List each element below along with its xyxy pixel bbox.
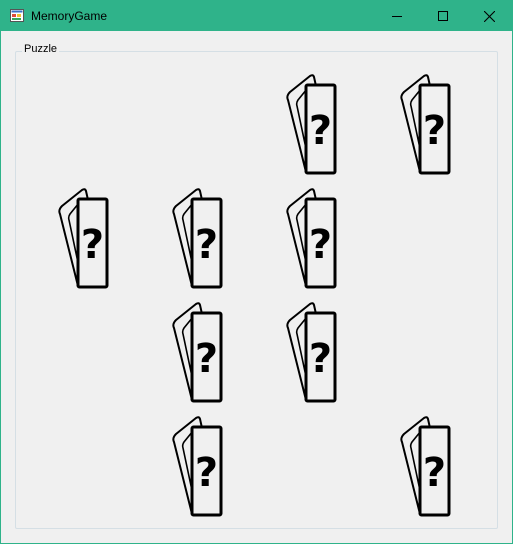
card-question-mark: ? (195, 450, 218, 496)
card-back-icon: ? (286, 74, 337, 175)
maximize-icon (438, 11, 448, 21)
close-button[interactable] (466, 1, 512, 31)
client-area: Puzzle ????????? (1, 31, 512, 543)
card-back-icon: ? (172, 416, 223, 517)
card-1-0[interactable]: ? (58, 178, 114, 290)
card-3-1[interactable]: ? (172, 406, 228, 518)
card-back-icon: ? (286, 188, 337, 289)
card-question-mark: ? (195, 336, 218, 382)
window-title: MemoryGame (31, 9, 108, 23)
card-back-icon: ? (172, 188, 223, 289)
card-question-mark: ? (309, 336, 332, 382)
card-back-icon: ? (400, 74, 451, 175)
card-back-icon: ? (58, 188, 109, 289)
title-bar[interactable]: MemoryGame (1, 1, 512, 31)
puzzle-groupbox: Puzzle ????????? (15, 43, 498, 529)
card-question-mark: ? (423, 108, 446, 154)
memory-game-window: MemoryGame Puzzle ????????? (0, 0, 513, 544)
card-back-icon: ? (286, 302, 337, 403)
card-0-2[interactable]: ? (286, 64, 342, 176)
minimize-button[interactable] (374, 1, 420, 31)
maximize-button[interactable] (420, 1, 466, 31)
card-2-1[interactable]: ? (172, 292, 228, 404)
card-question-mark: ? (81, 222, 104, 268)
minimize-icon (392, 16, 402, 17)
card-3-3[interactable]: ? (400, 406, 456, 518)
card-question-mark: ? (195, 222, 218, 268)
card-1-2[interactable]: ? (286, 178, 342, 290)
puzzle-group-label: Puzzle (22, 43, 60, 55)
card-back-icon: ? (172, 302, 223, 403)
card-1-1[interactable]: ? (172, 178, 228, 290)
card-0-3[interactable]: ? (400, 64, 456, 176)
card-question-mark: ? (423, 450, 446, 496)
card-question-mark: ? (309, 222, 332, 268)
card-2-2[interactable]: ? (286, 292, 342, 404)
close-icon (483, 10, 495, 22)
card-back-icon: ? (400, 416, 451, 517)
card-question-mark: ? (309, 108, 332, 154)
app-icon (10, 9, 24, 22)
